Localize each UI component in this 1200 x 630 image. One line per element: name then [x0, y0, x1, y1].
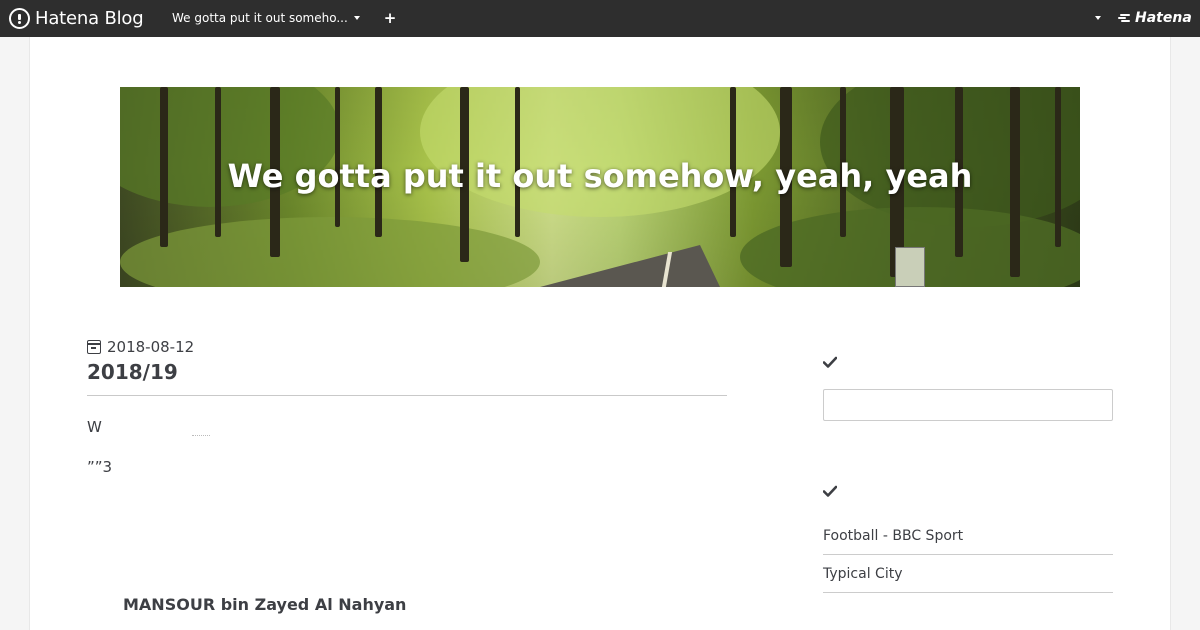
- calendar-icon: [87, 340, 101, 354]
- user-menu-chevron-icon[interactable]: [1095, 16, 1101, 20]
- brand-label: Hatena Blog: [35, 8, 144, 29]
- hatena-blog-brand[interactable]: Hatena Blog: [9, 7, 144, 30]
- blog-selector-label: We gotta put it out someho...: [172, 11, 348, 25]
- hatena-label: Hatena: [1135, 10, 1192, 26]
- signboard-graphic: [895, 247, 925, 287]
- top-navigation-bar: Hatena Blog We gotta put it out someho..…: [0, 0, 1200, 37]
- entry-title[interactable]: 2018/19: [87, 360, 178, 384]
- blog-title[interactable]: We gotta put it out somehow, yeah, yeah: [120, 157, 1080, 195]
- check-icon: [823, 485, 837, 497]
- add-entry-button[interactable]: +: [382, 9, 398, 27]
- sidebar-link-football-bbc-sport[interactable]: Football - BBC Sport: [823, 517, 1113, 555]
- hatena-blog-logo-icon: [9, 8, 30, 29]
- entry-subheading: MANSOUR bin Zayed Al Nahyan: [123, 595, 407, 614]
- blog-selector-dropdown[interactable]: We gotta put it out someho...: [172, 11, 360, 25]
- road-graphic: [540, 245, 720, 287]
- entry-text-line: ””3: [87, 458, 113, 476]
- entry-inline-link[interactable]: [192, 435, 210, 436]
- hatena-home-link[interactable]: Hatena: [1118, 10, 1192, 26]
- plus-icon: +: [383, 9, 397, 27]
- entry-divider: [87, 395, 727, 396]
- hatena-logo-icon: [1118, 13, 1132, 23]
- chevron-down-icon: [353, 16, 360, 20]
- sidebar-search-input[interactable]: [823, 389, 1113, 421]
- check-icon: [823, 356, 837, 368]
- entry-date-label: 2018-08-12: [107, 338, 195, 356]
- entry-date[interactable]: 2018-08-12: [87, 338, 194, 356]
- blog-header-image[interactable]: We gotta put it out somehow, yeah, yeah: [120, 87, 1080, 287]
- sidebar-link-typical-city[interactable]: Typical City: [823, 555, 1113, 593]
- entry-text-line: W: [87, 418, 102, 436]
